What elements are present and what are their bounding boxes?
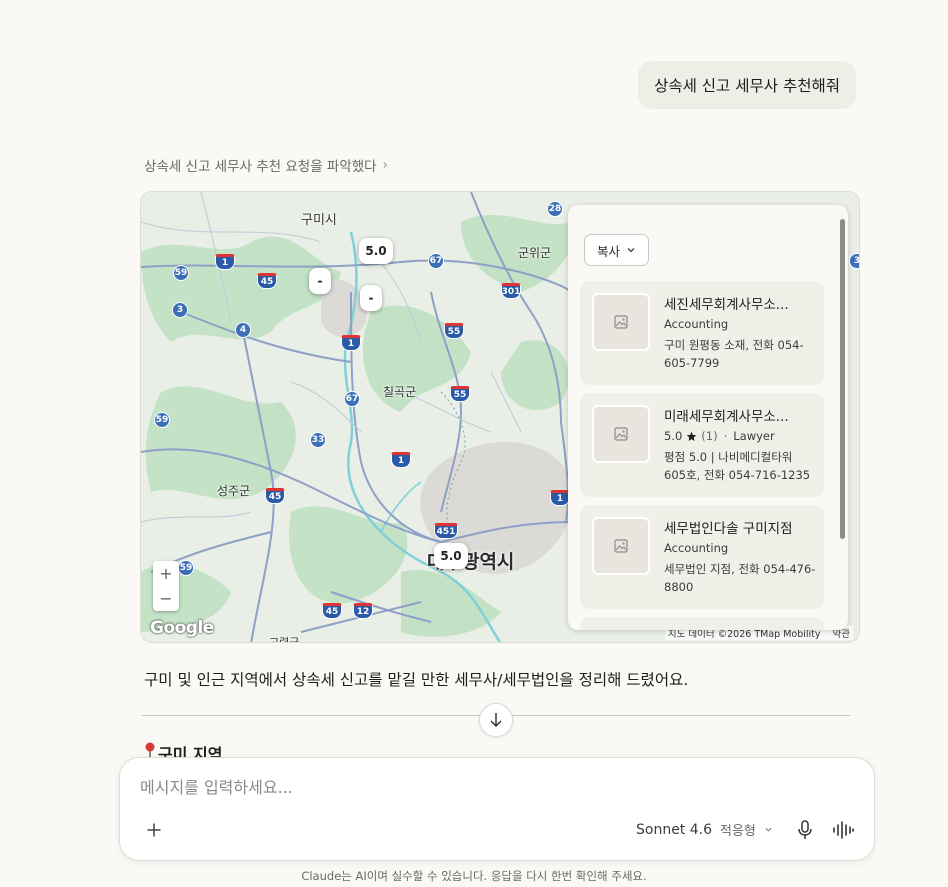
copy-label: 복사	[597, 243, 621, 259]
microphone-button[interactable]	[793, 818, 817, 842]
map-pin-text: -	[368, 291, 374, 305]
place-rating: 5.0	[664, 429, 683, 443]
disclaimer-text: Claude는 AI이며 실수할 수 있습니다. 응답을 다시 한번 확인해 주…	[301, 869, 647, 883]
map-pin-rating-text: 5.0	[365, 244, 387, 258]
route-shield: 59	[173, 265, 189, 281]
model-mode: 적응형	[720, 824, 756, 839]
highway-shield: 1	[391, 452, 411, 468]
places-results-panel[interactable]: 복사 세진세무회계사무소... Accounting 구미 원평동 소재, 전화…	[568, 205, 848, 630]
map-label-gunwi: 군위군	[518, 246, 552, 260]
highway-shield: 55	[450, 386, 470, 402]
route-shield: 3	[849, 253, 859, 269]
chevron-down-icon	[765, 827, 772, 832]
thinking-summary-label: 상속세 신고 세무사 추천 요청을 파악했다	[144, 159, 377, 175]
route-shield: 3	[172, 302, 188, 318]
plus-icon	[147, 823, 161, 837]
scroll-to-bottom-button[interactable]	[479, 703, 513, 737]
map-pin-text: -	[317, 274, 323, 288]
map-pin[interactable]: -	[309, 268, 331, 294]
place-title: 세진세무회계사무소...	[664, 297, 789, 313]
place-description: 평점 5.0 | 나비메디컬타워 605호, 전화 054-716-1235	[664, 450, 811, 482]
route-shield: 59	[154, 412, 170, 428]
place-result-card[interactable]: 미래세무회계사무소... 5.0 (1) · Lawyer 평점 5.0 | 나…	[580, 393, 824, 497]
place-title: 미래세무회계사무소...	[664, 409, 789, 425]
star-icon	[686, 431, 697, 441]
place-result-card[interactable]: 세진세무회계사무소... Accounting 구미 원평동 소재, 전화 05…	[580, 281, 824, 385]
model-name: Sonnet 4.6	[636, 821, 713, 838]
message-composer: Sonnet 4.6 적응형	[119, 757, 875, 861]
highway-shield: 45	[322, 603, 342, 619]
waveform-icon	[833, 821, 854, 839]
highway-shield: 45	[257, 273, 277, 289]
zoom-out-button[interactable]: −	[159, 589, 172, 608]
map-label-chilgok: 칠곡군	[383, 385, 417, 399]
place-result-card[interactable]: 세무법인다솔 구미지점 Accounting 세무법인 지점, 전화 054-4…	[580, 505, 824, 609]
map-label-gumi: 구미시	[301, 213, 337, 228]
highway-shield: 1	[341, 335, 361, 351]
map-pin-rating-text: 5.0	[440, 549, 462, 563]
route-shield: 4	[235, 322, 251, 338]
route-shield: 59	[178, 560, 194, 576]
highway-shield: 45	[265, 488, 285, 504]
panel-scrollbar[interactable]	[839, 213, 845, 623]
highway-shield: 1	[215, 254, 235, 270]
route-shield: 28	[547, 201, 563, 217]
place-category-row: Accounting	[664, 541, 728, 555]
assistant-response-text: 구미 및 인근 지역에서 상속세 신고를 맡길 만한 세무사/세무법인을 정리해…	[144, 671, 689, 689]
place-category-row: 5.0 (1) · Lawyer	[664, 429, 775, 443]
google-logo: Google	[150, 618, 214, 638]
place-title: 세무법인다솔 구미지점	[664, 521, 793, 537]
image-placeholder-icon	[592, 293, 650, 351]
route-shield: 33	[310, 432, 326, 448]
copy-dropdown-button[interactable]: 복사	[584, 234, 650, 266]
place-result-card-partial[interactable]	[580, 617, 824, 630]
place-category: Accounting	[664, 317, 729, 331]
add-attachment-button[interactable]	[142, 818, 166, 842]
map-pin[interactable]: -	[360, 285, 382, 311]
highway-shield: 12	[353, 603, 373, 619]
place-description: 구미 원평동 소재, 전화 054-605-7799	[664, 338, 804, 370]
model-selector[interactable]: Sonnet 4.6 적응형	[636, 820, 773, 839]
voice-mode-button[interactable]	[831, 818, 855, 842]
user-message-text: 상속세 신고 세무사 추천해줘	[654, 77, 840, 95]
map-widget[interactable]: 구미시 군위군 칠곡군 성주군 대구광역시 고령군 28 59 1 45 67 …	[140, 191, 860, 643]
place-review-count: (1)	[701, 429, 718, 443]
map-label-goryeong: 고령군	[269, 636, 300, 643]
highway-shield: 55	[444, 323, 464, 339]
map-pin-rating[interactable]: 5.0	[434, 543, 468, 569]
map-zoom-control: + −	[153, 561, 179, 611]
place-category: Lawyer	[733, 429, 775, 443]
user-message-bubble: 상속세 신고 세무사 추천해줘	[638, 61, 856, 109]
place-category: Accounting	[664, 541, 729, 555]
separator-dot: ·	[723, 429, 728, 443]
highway-shield: 301	[501, 283, 521, 299]
place-category-row: Accounting	[664, 317, 728, 331]
arrow-down-icon	[490, 713, 502, 728]
route-shield: 67	[428, 253, 444, 269]
panel-scrollbar-thumb[interactable]	[840, 219, 845, 539]
highway-shield: 1	[550, 490, 570, 506]
map-label-seongju: 성주군	[217, 484, 251, 498]
map-pin-rating[interactable]: 5.0	[359, 238, 393, 264]
highway-shield: 451	[434, 523, 458, 539]
thinking-summary-toggle[interactable]: 상속세 신고 세무사 추천 요청을 파악했다 ›	[144, 155, 388, 176]
route-shield: 67	[344, 391, 360, 407]
message-input[interactable]	[140, 778, 840, 797]
place-description: 세무법인 지점, 전화 054-476-8800	[664, 562, 816, 594]
image-placeholder-icon	[592, 517, 650, 575]
image-placeholder-icon	[592, 405, 650, 463]
chevron-down-icon	[627, 248, 635, 253]
chevron-right-icon: ›	[382, 157, 388, 173]
microphone-icon	[798, 820, 812, 839]
zoom-in-button[interactable]: +	[159, 564, 172, 583]
